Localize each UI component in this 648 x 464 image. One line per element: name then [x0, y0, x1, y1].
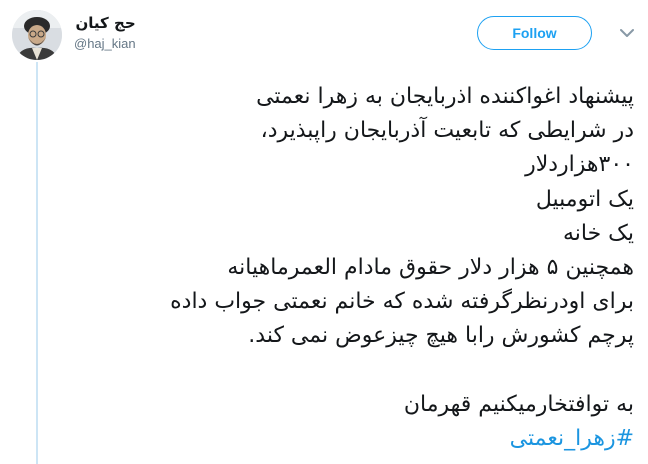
user-block[interactable]: حج کیان @haj_kian [74, 13, 136, 53]
chevron-down-icon[interactable] [620, 28, 634, 38]
tweet-line: پیشنهاد اغواکننده اذربایجان به زهرا نعمت… [256, 84, 634, 109]
follow-button[interactable]: Follow [477, 16, 592, 50]
portrait-avatar-icon [12, 10, 62, 60]
tweet-line: ۳۰۰هزاردلار [525, 152, 634, 178]
tweet-line: در شرایطی که تابعیت آذربایجان راپبذیرد، [260, 118, 634, 144]
tweet-line: یک اتومبیل [535, 186, 634, 212]
avatar[interactable] [12, 10, 62, 60]
hashtag-link[interactable]: #زهرا_نعمتی [70, 422, 634, 456]
tweet-text: پیشنهاد اغواکننده اذربایجان به زهرا نعمت… [70, 80, 634, 456]
tweet-line: همچنین ۵ هزار دلار حقوق مادام العمرماهیا… [227, 255, 634, 281]
tweet-line: یک خانه [562, 220, 634, 246]
thread-connector-line [36, 62, 38, 464]
tweet-closing-line: به توافتخارمیکنیم قهرمان [403, 391, 634, 417]
tweet-line: پرچم کشورش رابا هیچ چیزعوض نمی کند. [248, 323, 634, 349]
tweet-line: برای اودرنظرگرفته شده که خانم نعمتی جواب… [170, 289, 634, 315]
tweet-card: حج کیان @haj_kian Follow پیشنهاد اغواکنن… [0, 0, 648, 464]
display-name[interactable]: حج کیان [74, 13, 136, 33]
user-handle[interactable]: @haj_kian [74, 35, 136, 53]
